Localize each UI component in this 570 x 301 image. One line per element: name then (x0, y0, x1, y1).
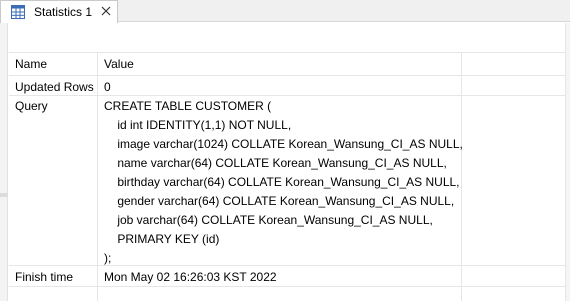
query-line[interactable]: id int IDENTITY(1,1) NOT NULL, (104, 118, 291, 132)
row-name-updated-rows[interactable]: Updated Rows (15, 80, 94, 94)
row-name-finish-time[interactable]: Finish time (15, 270, 73, 284)
table-grid-icon (11, 5, 25, 19)
tab-statistics-1[interactable]: Statistics 1 (0, 0, 118, 23)
grid-line (9, 265, 565, 266)
close-icon[interactable] (99, 4, 113, 18)
editor-tab-bar: Statistics 1 (0, 0, 570, 23)
query-line[interactable]: birthday varchar(64) COLLATE Korean_Wans… (104, 175, 459, 189)
left-gutter (0, 23, 8, 301)
column-header-value[interactable]: Value (104, 57, 134, 71)
query-line[interactable]: image varchar(1024) COLLATE Korean_Wansu… (104, 137, 463, 151)
query-line[interactable]: gender varchar(64) COLLATE Korean_Wansun… (104, 194, 454, 208)
query-line[interactable]: name varchar(64) COLLATE Korean_Wansung_… (104, 156, 447, 170)
grid-line (9, 75, 565, 76)
grid-line (97, 52, 98, 301)
grid-line (9, 95, 565, 96)
grid-line (9, 286, 565, 287)
grid-line (9, 52, 565, 53)
row-value-finish-time[interactable]: Mon May 02 16:26:03 KST 2022 (104, 270, 277, 284)
query-line[interactable]: job varchar(64) COLLATE Korean_Wansung_C… (104, 213, 433, 227)
vertical-scrollbar[interactable] (565, 23, 570, 301)
query-line[interactable]: ); (104, 251, 111, 265)
grid-line (461, 52, 462, 301)
query-line[interactable]: CREATE TABLE CUSTOMER ( (104, 99, 271, 113)
query-line[interactable]: PRIMARY KEY (id) (104, 232, 219, 246)
column-header-name[interactable]: Name (15, 57, 47, 71)
row-name-query[interactable]: Query (15, 99, 48, 113)
tab-label: Statistics 1 (34, 5, 93, 19)
row-value-updated-rows[interactable]: 0 (104, 80, 111, 94)
gutter-marker (0, 193, 8, 197)
